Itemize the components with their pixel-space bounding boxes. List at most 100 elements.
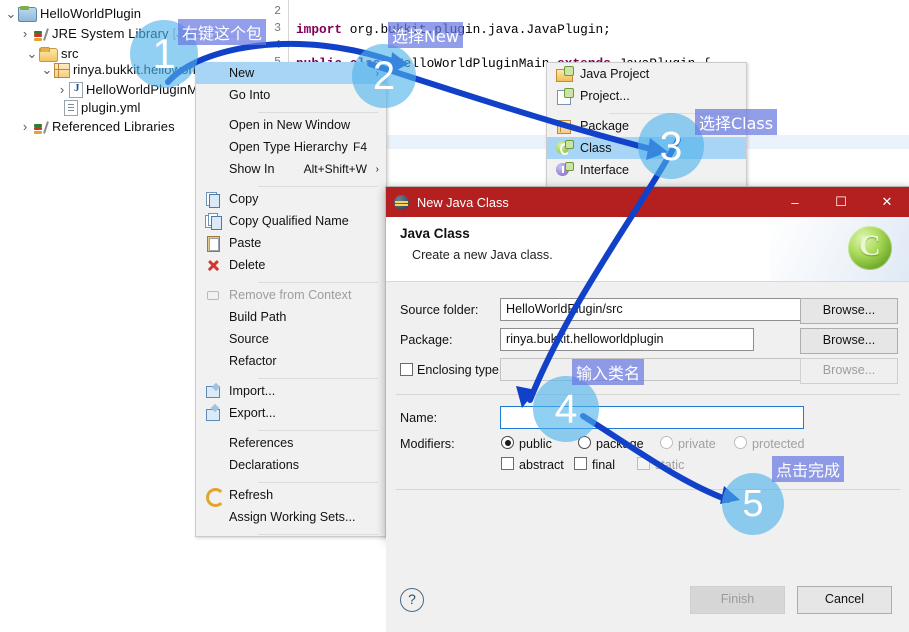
chevron-right-icon[interactable]: ›: [55, 83, 69, 96]
copy-icon: [205, 191, 221, 208]
package-input[interactable]: rinya.bukkit.helloworldplugin: [500, 328, 754, 351]
menu-item-open-type-hierarchy[interactable]: Open Type Hierarchy F4: [196, 136, 386, 158]
project-icon: [556, 88, 574, 105]
modifier-final-checkbox[interactable]: [574, 457, 587, 470]
menu-item-label: Copy Qualified Name: [229, 214, 349, 228]
yml-file-icon: [64, 99, 78, 116]
menu-item-copy-qualified-name[interactable]: Copy Qualified Name: [196, 210, 386, 232]
menu-item-paste[interactable]: Paste: [196, 232, 386, 254]
step-bubble-2: 2: [352, 44, 416, 108]
menu-item-export[interactable]: Export...: [196, 402, 386, 424]
cancel-button[interactable]: Cancel: [797, 586, 892, 614]
chevron-right-icon[interactable]: ›: [18, 27, 32, 40]
menu-item-label: Declarations: [229, 458, 299, 472]
source-folder-browse-button[interactable]: Browse...: [800, 298, 898, 324]
step-label-5: 点击完成: [772, 456, 845, 482]
minimize-icon[interactable]: –: [772, 187, 818, 217]
finish-button[interactable]: Finish: [690, 586, 785, 614]
menu-item-label: Open in New Window: [229, 118, 351, 132]
modifier-private-radio[interactable]: [660, 436, 673, 449]
menu-item-label: Delete: [229, 258, 266, 272]
modifier-public-radio[interactable]: [501, 436, 514, 449]
enclosing-type-browse-button: Browse...: [800, 358, 898, 384]
tree-item-label: HelloWorldPlugin: [40, 5, 142, 21]
step-label-4: 输入类名: [572, 359, 645, 385]
source-folder-input[interactable]: HelloWorldPlugin/src: [500, 298, 804, 321]
step-label-1: 右键这个包: [178, 19, 267, 45]
context-menu[interactable]: New › Go Into Open in New Window Open Type H…: [195, 62, 387, 537]
dialog-subheading: Create a new Java class.: [412, 248, 553, 262]
close-icon[interactable]: ✕: [864, 187, 909, 217]
new-java-class-dialog[interactable]: New Java Class – ☐ ✕ Java Class Create a…: [385, 186, 909, 632]
modifier-protected-radio[interactable]: [734, 436, 747, 449]
modifier-static-checkbox[interactable]: [637, 457, 650, 470]
chevron-down-icon[interactable]: ⌄: [4, 7, 18, 20]
menu-item-label: Go Into: [229, 88, 271, 102]
eclipse-icon: [394, 194, 409, 210]
menu-item-label: Export...: [229, 406, 276, 420]
enclosing-type-input[interactable]: [500, 358, 804, 381]
submenu-item-project[interactable]: Project...: [547, 85, 746, 107]
menu-item-label: Show In: [229, 162, 275, 176]
tree-item-referenced-libraries[interactable]: › Referenced Libraries: [18, 116, 175, 136]
step-bubble-5: 5: [722, 473, 784, 535]
tree-item-plugin-yml[interactable]: plugin.yml: [50, 97, 141, 117]
menu-item-label: Assign Working Sets...: [229, 510, 356, 524]
code-token: import: [296, 22, 343, 37]
modifier-private-label: private: [678, 437, 716, 451]
modifier-abstract-checkbox[interactable]: [501, 457, 514, 470]
menu-item-references[interactable]: References: [196, 432, 386, 454]
menu-item-refactor[interactable]: Refactor: [196, 350, 386, 372]
line-number: 4: [274, 39, 281, 52]
chevron-down-icon[interactable]: ⌄: [40, 63, 54, 76]
tree-item-helloworldpluginmain[interactable]: ›HelloWorldPluginMain: [55, 79, 216, 99]
menu-item-label: Copy: [229, 192, 259, 206]
menu-item-label: Remove from Context: [229, 288, 352, 302]
source-folder-label: Source folder:: [400, 303, 479, 317]
menu-separator: [258, 378, 378, 379]
enclosing-type-label: Enclosing type:: [417, 363, 503, 377]
menu-item-source[interactable]: Source: [196, 328, 386, 350]
menu-item-delete[interactable]: Delete: [196, 254, 386, 276]
package-browse-button[interactable]: Browse...: [800, 328, 898, 354]
class-icon: [556, 140, 574, 156]
export-icon: [205, 403, 221, 421]
maximize-icon[interactable]: ☐: [818, 187, 864, 217]
dialog-heading: Java Class: [400, 226, 470, 241]
menu-item-shortcut: F4: [352, 140, 367, 154]
menu-item-label: New: [229, 66, 255, 80]
help-icon[interactable]: ?: [400, 588, 424, 612]
menu-item-import[interactable]: Import...: [196, 380, 386, 402]
menu-item-assign-working-sets[interactable]: Assign Working Sets...: [196, 506, 386, 528]
step-bubble-4: 4: [533, 376, 599, 442]
menu-separator: [258, 534, 378, 535]
menu-separator: [258, 282, 378, 283]
package-icon: [54, 62, 70, 78]
submenu-item-label: Project...: [580, 89, 630, 103]
submenu-item-java-project[interactable]: Java Project: [547, 63, 746, 85]
chevron-down-icon[interactable]: ⌄: [25, 47, 39, 60]
menu-separator: [258, 112, 378, 113]
menu-item-build-path[interactable]: Build Path: [196, 306, 386, 328]
line-number: 3: [274, 22, 281, 35]
delete-icon: [205, 257, 221, 273]
tree-item-helloworldplugin[interactable]: ⌄ HelloWorldPlugin: [4, 3, 141, 23]
menu-separator: [258, 430, 378, 431]
menu-item-remove-from-context[interactable]: Remove from Context: [196, 284, 386, 306]
remove-context-icon: [205, 287, 221, 303]
project-icon: [18, 5, 37, 22]
tree-item-label: Referenced Libraries: [52, 118, 175, 134]
source-folder-row: Source folder: HelloWorldPlugin/src Brow…: [386, 298, 909, 324]
enclosing-type-checkbox[interactable]: [400, 363, 413, 376]
menu-item-label: Build Path: [229, 310, 287, 324]
menu-item-declarations[interactable]: Declarations: [196, 454, 386, 476]
chevron-right-icon[interactable]: ›: [18, 120, 32, 133]
menu-item-copy[interactable]: Copy: [196, 188, 386, 210]
menu-item-label: Refactor: [229, 354, 277, 368]
menu-item-refresh[interactable]: Refresh: [196, 484, 386, 507]
modifier-abstract-label: abstract: [519, 458, 564, 472]
menu-item-open-in-new-window[interactable]: Open in New Window: [196, 114, 386, 136]
menu-item-show-in[interactable]: Show In Alt+Shift+W ›: [196, 158, 386, 180]
name-row: Name:: [386, 406, 909, 430]
interface-icon: [556, 162, 574, 178]
